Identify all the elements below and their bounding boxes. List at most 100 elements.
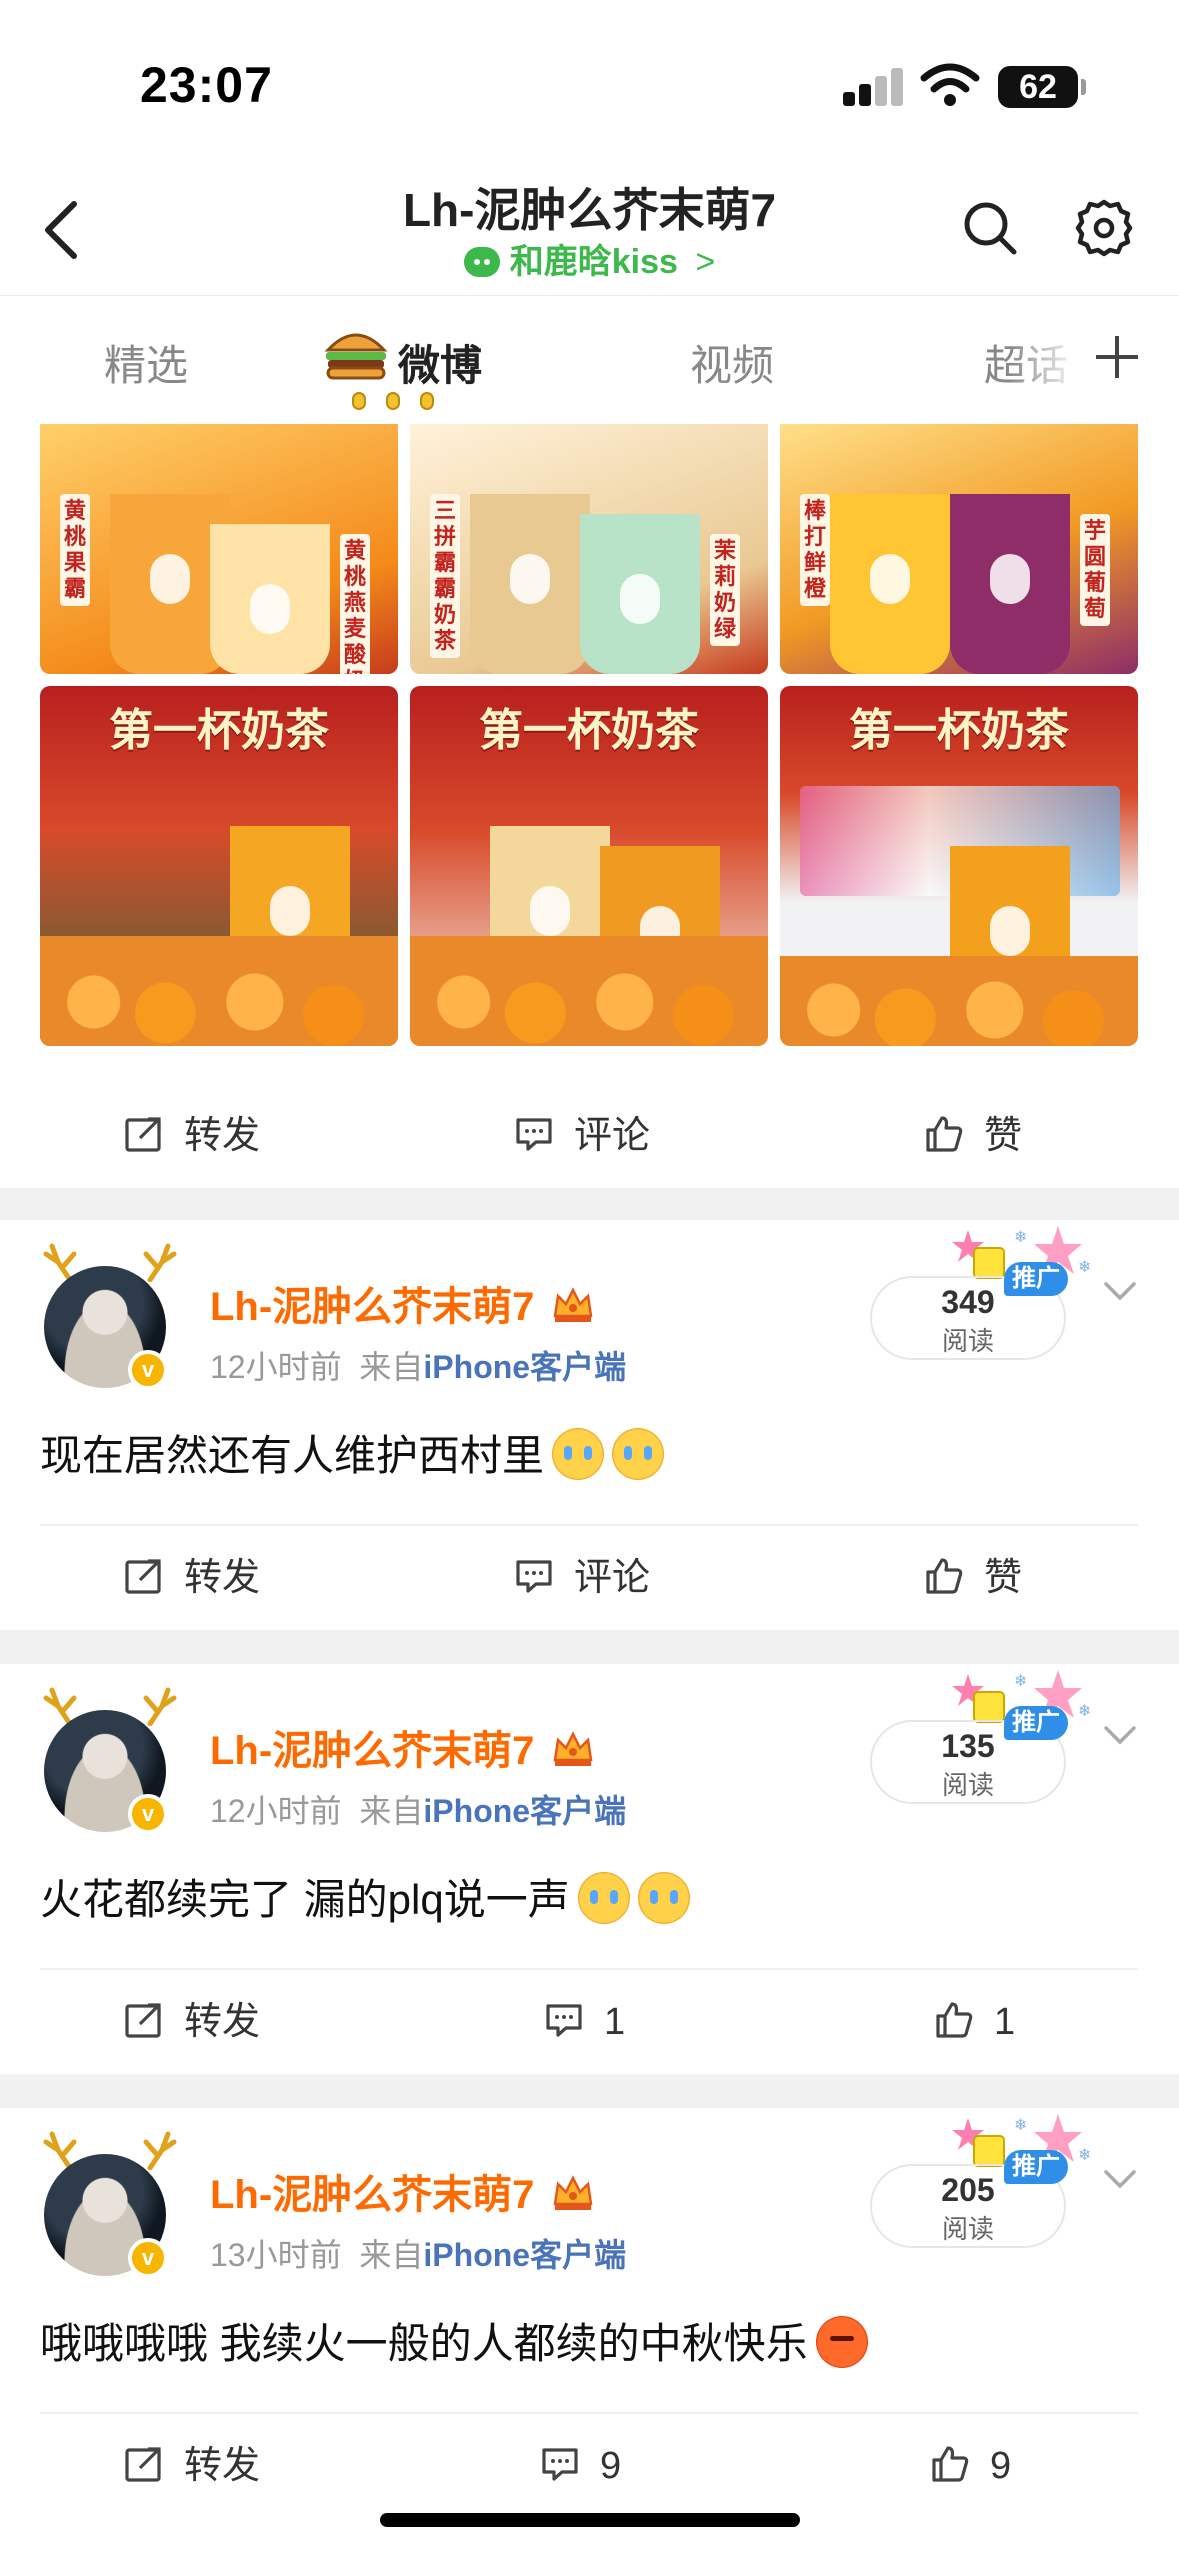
- chevron-right-icon: >: [695, 243, 716, 281]
- comment-count: 9: [600, 2445, 622, 2487]
- like-icon: [926, 1558, 963, 1594]
- post-from: 来自: [359, 2237, 424, 2273]
- repost-button[interactable]: 转发: [124, 2414, 260, 2518]
- repost-icon: [125, 2003, 161, 2038]
- image-banner: 第一杯奶茶: [479, 706, 699, 755]
- like-icon: [936, 2002, 973, 2038]
- post-source[interactable]: iPhone客户端: [423, 2237, 626, 2273]
- antler-decoration: [143, 1687, 177, 1726]
- post-card: v Lh-泥肿么芥末萌7 12小时前 来自iPhone客户端 ❄ ❄ 349 阅…: [0, 1220, 1179, 1630]
- chevron-down-icon[interactable]: [1100, 1720, 1140, 1750]
- comment-count: 1: [604, 2001, 626, 2043]
- read-label: 阅读: [941, 1770, 994, 1800]
- battery-indicator: 62: [998, 66, 1086, 108]
- repost-button[interactable]: 转发: [124, 1084, 260, 1188]
- svg-text:❄: ❄: [1014, 2115, 1027, 2134]
- image-tile[interactable]: 黄桃果霸 黄桃燕麦酸奶: [40, 424, 398, 674]
- comment-icon: [516, 1118, 552, 1151]
- avatar[interactable]: v: [36, 1242, 177, 1392]
- svg-text:❄: ❄: [1078, 1701, 1091, 1720]
- tab-active-indicator: [352, 392, 454, 415]
- status-bar: 23:07 62: [0, 0, 1179, 160]
- post-text-content: 现在居然还有人维护西村里: [40, 1432, 545, 1479]
- comment-icon: [516, 1560, 552, 1593]
- username[interactable]: Lh-泥肿么芥末萌7: [210, 2162, 594, 2220]
- tab-weibo[interactable]: 微博: [398, 332, 482, 393]
- search-icon[interactable]: [960, 198, 1020, 258]
- crown-icon: [553, 1287, 593, 1322]
- post-action-bar: 转发 评论 赞: [0, 1084, 1179, 1188]
- like-label: 赞: [984, 1557, 1023, 1599]
- burger-icon: [324, 333, 388, 380]
- like-button[interactable]: 赞: [924, 1526, 1022, 1630]
- username[interactable]: Lh-泥肿么芥末萌7: [210, 1718, 594, 1776]
- avatar[interactable]: v: [36, 1686, 177, 1836]
- promote-badge[interactable]: 推广: [1004, 1262, 1068, 1296]
- post-text: 哦哦哦哦 我续火一般的人都续的中秋快乐: [40, 2310, 868, 2371]
- image-tile[interactable]: 第一杯奶茶: [40, 686, 398, 1046]
- angry-emoji-icon: [815, 2316, 868, 2368]
- comment-label: 评论: [574, 1115, 651, 1157]
- image-label: 黄桃燕麦酸奶: [340, 534, 370, 674]
- image-label: 三拼霸霸奶茶: [430, 494, 460, 658]
- post-time: 12小时前: [210, 1793, 342, 1829]
- post-meta: 12小时前 来自iPhone客户端: [210, 1786, 626, 1832]
- post-card: v Lh-泥肿么芥末萌7 13小时前 来自iPhone客户端 ❄ ❄ 205 阅…: [0, 2108, 1179, 2556]
- gear-icon[interactable]: [1074, 198, 1134, 258]
- like-icon: [932, 2446, 969, 2482]
- crying-emoji-icon: [637, 1872, 690, 1924]
- home-indicator[interactable]: [380, 2513, 800, 2527]
- repost-label: 转发: [184, 1115, 261, 1157]
- post-card: v Lh-泥肿么芥末萌7 12小时前 来自iPhone客户端 ❄ ❄ 135 阅…: [0, 1664, 1179, 2074]
- comment-button[interactable]: 1: [544, 1970, 625, 2074]
- post-source[interactable]: iPhone客户端: [423, 1349, 626, 1385]
- crying-emoji-icon: [577, 1872, 630, 1924]
- comment-button[interactable]: 9: [540, 2414, 621, 2518]
- image-tile[interactable]: 三拼霸霸奶茶 茉莉奶绿: [410, 424, 768, 674]
- read-label: 阅读: [941, 1326, 994, 1356]
- verified-icon: v: [128, 2238, 168, 2278]
- tab-featured[interactable]: 精选: [104, 332, 188, 393]
- repost-icon: [125, 1117, 161, 1152]
- repost-button[interactable]: 转发: [124, 1970, 260, 2074]
- repost-button[interactable]: 转发: [124, 1526, 260, 1630]
- image-label: 黄桃果霸: [60, 494, 90, 606]
- image-label: 茉莉奶绿: [710, 534, 740, 646]
- post-action-bar: 转发 9 9: [0, 2414, 1179, 2518]
- chevron-down-icon[interactable]: [1100, 2164, 1140, 2194]
- username[interactable]: Lh-泥肿么芥末萌7: [210, 1274, 594, 1332]
- antler-decoration: [143, 1243, 177, 1282]
- repost-label: 转发: [184, 2445, 261, 2487]
- image-tile[interactable]: 第一杯奶茶: [780, 686, 1138, 1046]
- svg-text:❄: ❄: [1078, 1257, 1091, 1276]
- chevron-down-icon[interactable]: [1100, 1276, 1140, 1306]
- like-icon: [926, 1116, 963, 1152]
- post-text: 火花都续完了 漏的plq说一声: [40, 1866, 690, 1927]
- avatar[interactable]: v: [36, 2130, 177, 2280]
- like-button[interactable]: 1: [934, 1970, 1015, 2074]
- like-count: 1: [994, 2001, 1016, 2043]
- crying-emoji-icon: [612, 1428, 665, 1480]
- comment-button[interactable]: 评论: [514, 1084, 650, 1188]
- tab-bar: 精选 微博 视频 超话: [0, 296, 1179, 424]
- like-button[interactable]: 9: [930, 2414, 1011, 2518]
- post-from: 来自: [359, 1349, 424, 1385]
- cellular-signal-icon: [843, 66, 905, 106]
- svg-text:❄: ❄: [1014, 1671, 1027, 1690]
- promote-badge[interactable]: 推广: [1004, 1706, 1068, 1740]
- tab-video[interactable]: 视频: [690, 332, 774, 393]
- post-source[interactable]: iPhone客户端: [423, 1793, 626, 1829]
- wifi-icon: [920, 63, 980, 106]
- image-tile[interactable]: 第一杯奶茶: [410, 686, 768, 1046]
- repost-label: 转发: [184, 1557, 261, 1599]
- post-action-bar: 转发 评论 赞: [0, 1526, 1179, 1630]
- comment-button[interactable]: 评论: [514, 1526, 650, 1630]
- plus-icon[interactable]: [1092, 332, 1142, 382]
- post-time: 12小时前: [210, 1349, 342, 1385]
- like-button[interactable]: 赞: [924, 1084, 1022, 1188]
- promote-badge[interactable]: 推广: [1004, 2150, 1068, 2184]
- post-text-content: 火花都续完了 漏的plq说一声: [40, 1876, 570, 1923]
- image-tile[interactable]: 棒打鲜橙 芋圆葡萄: [780, 424, 1138, 674]
- status-time: 23:07: [140, 57, 273, 113]
- image-banner: 第一杯奶茶: [109, 706, 329, 755]
